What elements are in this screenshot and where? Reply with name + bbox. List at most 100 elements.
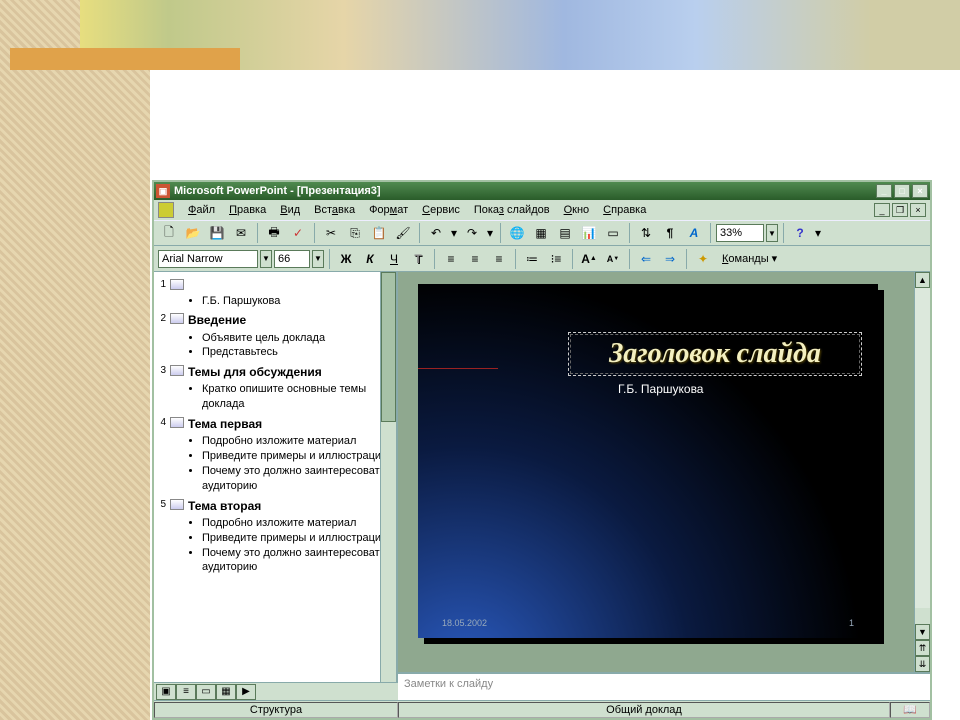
outline-bullet[interactable]: Почему это должно заинтересовать аудитор…	[202, 546, 394, 576]
copy-button[interactable]: ⎘	[344, 222, 366, 244]
undo-button[interactable]: ↶	[425, 222, 447, 244]
zoom-dropdown[interactable]: ▼	[766, 224, 778, 242]
outline-bullet[interactable]: Подробно изложите материал	[202, 434, 394, 449]
outline-scrollbar[interactable]	[380, 272, 396, 700]
zoom-input[interactable]: 33%	[716, 224, 764, 242]
print-button[interactable]: 🖶	[263, 222, 285, 244]
increase-font-button[interactable]: A▲	[578, 248, 600, 270]
open-button[interactable]: 📂	[182, 222, 204, 244]
redo-dropdown[interactable]: ▾	[485, 222, 495, 244]
align-left-button[interactable]: ≡	[440, 248, 462, 270]
outline-slide-title[interactable]: Тема вторая	[188, 498, 261, 514]
decrease-font-button[interactable]: A▼	[602, 248, 624, 270]
outline-bullet[interactable]: Объявите цель доклада	[202, 331, 394, 346]
outline-view-button[interactable]: ≡	[176, 684, 196, 700]
font-size-input[interactable]: 66	[274, 250, 310, 268]
mdi-close-button[interactable]: ×	[910, 203, 926, 217]
outline-bullet[interactable]: Подробно изложите материал	[202, 516, 394, 531]
menu-help[interactable]: Справка	[597, 202, 652, 218]
bold-button[interactable]: Ж	[335, 248, 357, 270]
slide-subtitle-text[interactable]: Г.Б. Паршукова	[618, 382, 703, 396]
menu-edit[interactable]: Правка	[223, 202, 272, 218]
slide-view-button[interactable]: ▭	[196, 684, 216, 700]
shadow-button[interactable]: T	[407, 248, 429, 270]
align-center-button[interactable]: ≡	[464, 248, 486, 270]
outline-pane[interactable]: 1 Г.Б. Паршукова 2Введение Объявите цель до…	[154, 272, 398, 700]
outline-bullet[interactable]: Приведите примеры и иллюстрации	[202, 449, 394, 464]
bullet-list-button[interactable]: ⁝≡	[545, 248, 567, 270]
underline-button[interactable]: Ч	[383, 248, 405, 270]
outline-bullet[interactable]: Кратко опишите основные темы доклада	[202, 382, 394, 412]
cut-button[interactable]: ✂	[320, 222, 342, 244]
format-painter-button[interactable]: 🖌	[392, 222, 414, 244]
paste-button[interactable]: 📋	[368, 222, 390, 244]
outline-bullet[interactable]: Г.Б. Паршукова	[202, 294, 394, 309]
menu-file[interactable]: Файл	[182, 202, 221, 218]
outline-slide-title[interactable]: Введение	[188, 312, 246, 328]
next-slide-button[interactable]: ⇊	[915, 656, 930, 672]
outline-bullet[interactable]: Приведите примеры и иллюстрации	[202, 531, 394, 546]
tables-button[interactable]: ▤	[554, 222, 576, 244]
save-button[interactable]: 💾	[206, 222, 228, 244]
mdi-minimize-button[interactable]: _	[874, 203, 890, 217]
outline-slide[interactable]: 2Введение	[156, 312, 394, 328]
grayscale-button[interactable]: A	[683, 222, 705, 244]
close-button[interactable]: ×	[912, 184, 928, 198]
hyperlink-button[interactable]: 🌐	[506, 222, 528, 244]
mail-button[interactable]: ✉	[230, 222, 252, 244]
show-formatting-button[interactable]: ¶	[659, 222, 681, 244]
slide-scrollbar[interactable]: ▲ ▼ ⇈ ⇊	[914, 272, 930, 672]
document-icon[interactable]	[158, 202, 174, 218]
chart-button[interactable]: 📊	[578, 222, 600, 244]
font-name-input[interactable]: Arial Narrow	[158, 250, 258, 268]
slide-title-placeholder[interactable]: Заголовок слайда	[568, 332, 862, 376]
outline-slide[interactable]: 4Тема первая	[156, 416, 394, 432]
notes-pane[interactable]: Заметки к слайду	[398, 672, 930, 700]
outline-bullet[interactable]: Почему это должно заинтересовать аудитор…	[202, 464, 394, 494]
undo-dropdown[interactable]: ▾	[449, 222, 459, 244]
italic-button[interactable]: К	[359, 248, 381, 270]
maximize-button[interactable]: □	[894, 184, 910, 198]
menu-format[interactable]: Формат	[363, 202, 414, 218]
outline-slide[interactable]: 3Темы для обсуждения	[156, 364, 394, 380]
normal-view-button[interactable]: ▣	[156, 684, 176, 700]
new-button[interactable]: 🗋	[158, 222, 180, 244]
title-bar[interactable]: ▣ Microsoft PowerPoint - [Презентация3] …	[154, 182, 930, 200]
menu-view[interactable]: Вид	[274, 202, 306, 218]
web-toolbar-button[interactable]: ▦	[530, 222, 552, 244]
prev-slide-button[interactable]: ⇈	[915, 640, 930, 656]
demote-button[interactable]: ⇒	[659, 248, 681, 270]
outline-slide-title[interactable]: Тема первая	[188, 416, 262, 432]
slide-thumbnail-icon[interactable]	[170, 313, 184, 324]
scroll-up-button[interactable]: ▲	[915, 272, 930, 288]
scroll-down-button[interactable]: ▼	[915, 624, 930, 640]
slide-title-text[interactable]: Заголовок слайда	[609, 338, 821, 370]
slideshow-view-button[interactable]: ▶	[236, 684, 256, 700]
slide-thumbnail-icon[interactable]	[170, 499, 184, 510]
numbered-list-button[interactable]: ≔	[521, 248, 543, 270]
outline-slide-title[interactable]: Темы для обсуждения	[188, 364, 322, 380]
font-name-dropdown[interactable]: ▼	[260, 250, 272, 268]
slide-thumbnail-icon[interactable]	[170, 417, 184, 428]
slide-canvas[interactable]: Заголовок слайда Г.Б. Паршукова 18.05.20…	[418, 284, 878, 638]
redo-button[interactable]: ↷	[461, 222, 483, 244]
menu-slideshow[interactable]: Показ слайдов	[468, 202, 556, 218]
commands-menu[interactable]: Команды ▾	[716, 250, 783, 267]
sorter-view-button[interactable]: ▦	[216, 684, 236, 700]
new-slide-button[interactable]: ▭	[602, 222, 624, 244]
help-button[interactable]: ?	[789, 222, 811, 244]
promote-button[interactable]: ⇐	[635, 248, 657, 270]
font-size-dropdown[interactable]: ▼	[312, 250, 324, 268]
menu-insert[interactable]: Вставка	[308, 202, 361, 218]
slide-thumbnail-icon[interactable]	[170, 279, 184, 290]
expand-button[interactable]: ⇅	[635, 222, 657, 244]
align-right-button[interactable]: ≡	[488, 248, 510, 270]
outline-slide[interactable]: 5Тема вторая	[156, 498, 394, 514]
toolbar-more[interactable]: ▾	[813, 222, 823, 244]
menu-tools[interactable]: Сервис	[416, 202, 466, 218]
minimize-button[interactable]: _	[876, 184, 892, 198]
slide-thumbnail-icon[interactable]	[170, 365, 184, 376]
animation-effects-button[interactable]: ✦	[692, 248, 714, 270]
outline-bullet[interactable]: Представьтесь	[202, 345, 394, 360]
outline-slide[interactable]: 1	[156, 278, 394, 292]
